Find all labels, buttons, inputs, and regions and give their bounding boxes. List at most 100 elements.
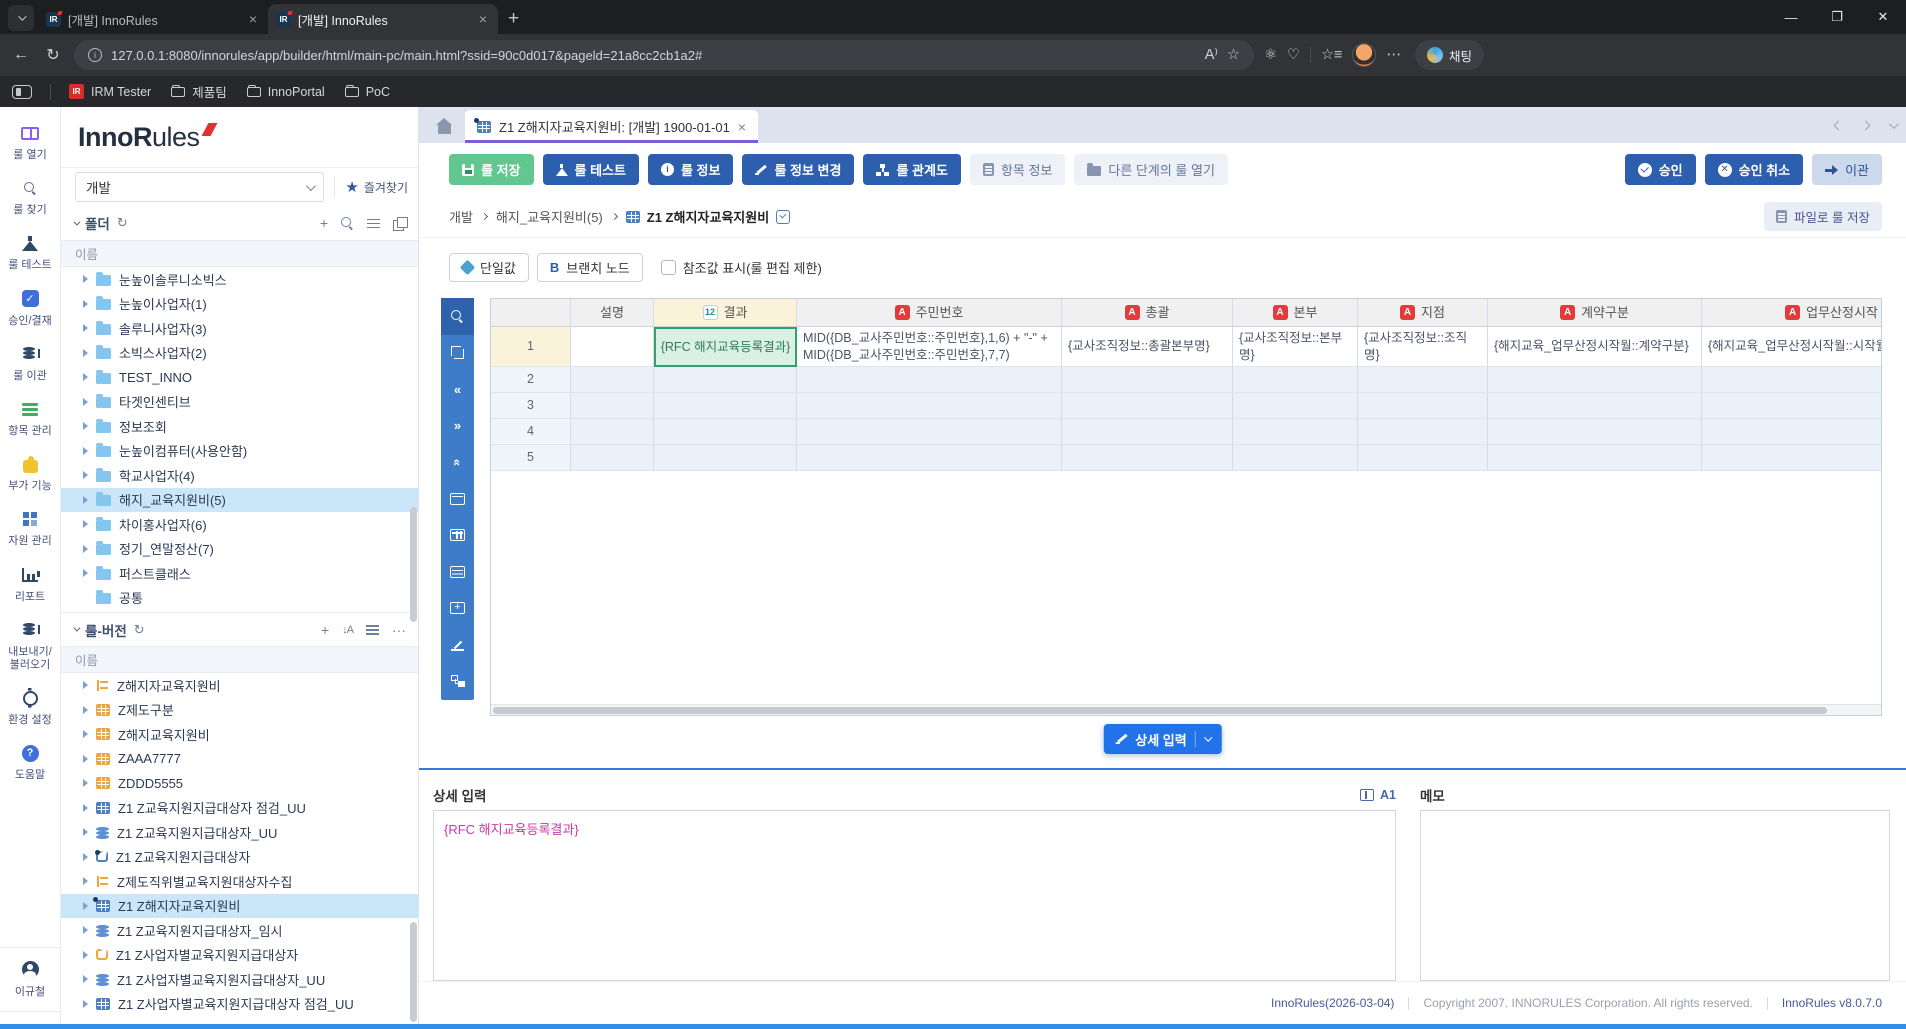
table-cell[interactable] bbox=[571, 327, 654, 367]
memo-editor[interactable] bbox=[1420, 810, 1890, 981]
rule-version-row[interactable]: Z1 Z교육지원지급대상자_임시 bbox=[61, 918, 418, 943]
table-cell[interactable] bbox=[1062, 445, 1233, 471]
expand-caret-icon[interactable] bbox=[83, 902, 88, 910]
expand-caret-icon[interactable] bbox=[83, 275, 88, 283]
rule-version-row[interactable]: Z해지자교육지원비 bbox=[61, 673, 418, 698]
expand-caret-icon[interactable] bbox=[83, 706, 88, 714]
expand-caret-icon[interactable] bbox=[83, 373, 88, 381]
strip-tool-expand-right-icon[interactable]: » bbox=[441, 408, 474, 445]
table-cell[interactable] bbox=[654, 367, 797, 393]
list-view-icon[interactable] bbox=[366, 624, 379, 635]
table-cell[interactable] bbox=[1702, 393, 1882, 419]
rail-item-7[interactable]: 부가 기능 bbox=[0, 452, 60, 493]
folder-row[interactable]: 솔루니사업자(3) bbox=[61, 316, 418, 341]
strip-tool-table-add-icon[interactable] bbox=[441, 590, 474, 627]
add-folder-icon[interactable]: + bbox=[320, 215, 328, 231]
rule-version-row[interactable]: Z1 Z사업자별교육지원지급대상자 점검_UU bbox=[61, 992, 418, 1017]
table-cell[interactable]: {해지교육_업무산정시작월::계약구분} bbox=[1488, 327, 1702, 367]
tab-search-button[interactable] bbox=[8, 5, 34, 31]
folder-row[interactable]: 차이홍사업자(6) bbox=[61, 512, 418, 537]
rail-item-12[interactable]: ?도움말 bbox=[0, 741, 60, 782]
table-cell[interactable] bbox=[1062, 419, 1233, 445]
table-cell[interactable] bbox=[797, 367, 1062, 393]
rule-version-row[interactable]: Z1 Z교육지원지급대상자_UU bbox=[61, 820, 418, 845]
search-icon[interactable] bbox=[341, 217, 354, 230]
home-button[interactable] bbox=[431, 113, 457, 139]
expand-caret-icon[interactable] bbox=[83, 496, 88, 504]
table-cell[interactable] bbox=[1233, 367, 1358, 393]
table-cell[interactable] bbox=[797, 445, 1062, 471]
table-cell[interactable] bbox=[1358, 393, 1488, 419]
branch-node-button[interactable]: B 브랜치 노드 bbox=[537, 253, 643, 282]
strip-tool-flowchart-icon[interactable] bbox=[441, 663, 474, 700]
table-cell[interactable] bbox=[1233, 393, 1358, 419]
rule-version-row[interactable]: Z제도직위별교육지원대상자수집 bbox=[61, 869, 418, 894]
rule-version-row[interactable]: ZAAA7777 bbox=[61, 747, 418, 772]
column-header-업무산정시작[interactable]: A업무산정시작 bbox=[1702, 299, 1882, 327]
collapse-icon[interactable] bbox=[73, 218, 80, 225]
rail-item-9[interactable]: 리포트 bbox=[0, 563, 60, 604]
layers-icon[interactable] bbox=[393, 217, 406, 230]
expand-caret-icon[interactable] bbox=[83, 398, 88, 406]
table-cell[interactable]: {해지교육_업무산정시작월::시작월} bbox=[1702, 327, 1882, 367]
rail-item-3[interactable]: 룰 테스트 bbox=[0, 231, 60, 272]
expand-caret-icon[interactable] bbox=[83, 755, 88, 763]
rule-version-row[interactable]: Z1 Z교육지원지급대상자 점검_UU bbox=[61, 796, 418, 821]
table-cell[interactable] bbox=[654, 393, 797, 419]
reference-display-checkbox[interactable]: 참조값 표시(룰 편집 제한) bbox=[661, 258, 822, 277]
expand-caret-icon[interactable] bbox=[83, 300, 88, 308]
expand-caret-icon[interactable] bbox=[83, 779, 88, 787]
table-cell[interactable] bbox=[1702, 419, 1882, 445]
table-cell[interactable] bbox=[571, 367, 654, 393]
rail-item-4[interactable]: ✓승인/결재 bbox=[0, 287, 60, 328]
table-cell[interactable] bbox=[571, 419, 654, 445]
folder-row[interactable]: 해지_교육지원비(5) bbox=[61, 488, 418, 513]
profile-avatar[interactable] bbox=[1352, 43, 1376, 67]
expand-caret-icon[interactable] bbox=[83, 681, 88, 689]
nav-forward-icon[interactable] bbox=[1861, 120, 1871, 130]
expand-caret-icon[interactable] bbox=[83, 951, 88, 959]
folder-row[interactable]: 학교사업자(4) bbox=[61, 463, 418, 488]
detail-input-editor[interactable]: {RFC 해지교육등록결과} bbox=[433, 810, 1396, 981]
close-document-icon[interactable]: × bbox=[738, 119, 746, 135]
row-number-cell[interactable]: 2 bbox=[491, 367, 571, 393]
refresh-icon[interactable]: ↻ bbox=[117, 215, 128, 231]
table-cell[interactable] bbox=[1488, 367, 1702, 393]
folder-row[interactable]: 눈높이컴퓨터(사용안함) bbox=[61, 439, 418, 464]
table-cell[interactable] bbox=[1062, 367, 1233, 393]
copilot-chat-button[interactable]: 채팅 bbox=[1415, 40, 1484, 70]
rail-item-8[interactable]: 자원 관리 bbox=[0, 507, 60, 548]
expand-caret-icon[interactable] bbox=[83, 324, 88, 332]
column-header-지점[interactable]: A지점 bbox=[1358, 299, 1488, 327]
bookmark-item[interactable]: PoC bbox=[345, 85, 390, 99]
row-number-cell[interactable]: 4 bbox=[491, 419, 571, 445]
environment-select[interactable]: 개발 bbox=[75, 172, 324, 202]
strip-tool-collapse-up-icon[interactable]: « bbox=[441, 444, 474, 481]
column-header-설명[interactable]: 설명 bbox=[571, 299, 654, 327]
expand-caret-icon[interactable] bbox=[83, 349, 88, 357]
table-cell[interactable] bbox=[1358, 445, 1488, 471]
expand-caret-icon[interactable] bbox=[83, 471, 88, 479]
toolbar-button-룰-정보-변경[interactable]: 룰 정보 변경 bbox=[742, 154, 854, 185]
toolbar-button-룰-테스트[interactable]: 룰 테스트 bbox=[543, 154, 639, 185]
rule-select-icon[interactable] bbox=[776, 210, 790, 224]
rule-version-row[interactable]: Z1 Z교육지원지급대상자 bbox=[61, 845, 418, 870]
table-cell[interactable] bbox=[797, 419, 1062, 445]
column-header-계약구분[interactable]: A계약구분 bbox=[1488, 299, 1702, 327]
browser-tab-2[interactable]: IR [개발] InnoRules × bbox=[268, 4, 498, 34]
folder-row[interactable]: 공통 bbox=[61, 586, 418, 611]
more-menu-icon[interactable]: ⋯ bbox=[1386, 47, 1401, 63]
favorites-button[interactable]: ★ 즐겨찾기 bbox=[334, 176, 408, 198]
rule-version-row[interactable]: Z1 Z사업자별교육지원지급대상자_UU bbox=[61, 967, 418, 992]
sidebar-toggle-icon[interactable] bbox=[12, 85, 32, 99]
folder-row[interactable]: 타겟인센티브 bbox=[61, 390, 418, 415]
rail-item-2[interactable]: 룰 찾기 bbox=[0, 176, 60, 217]
close-tab-icon[interactable]: × bbox=[476, 11, 490, 27]
column-header-총괄[interactable]: A총괄 bbox=[1062, 299, 1233, 327]
folder-row[interactable]: 정보조회 bbox=[61, 414, 418, 439]
sort-icon[interactable]: ↓A bbox=[342, 624, 353, 636]
approval-button-승인-취소[interactable]: ✕승인 취소 bbox=[1705, 154, 1803, 185]
table-cell[interactable]: {교사조직정보::조직명} bbox=[1358, 327, 1488, 367]
expand-caret-icon[interactable] bbox=[83, 975, 88, 983]
rail-item-10[interactable]: 내보내기/ 불러오기 bbox=[0, 618, 60, 672]
